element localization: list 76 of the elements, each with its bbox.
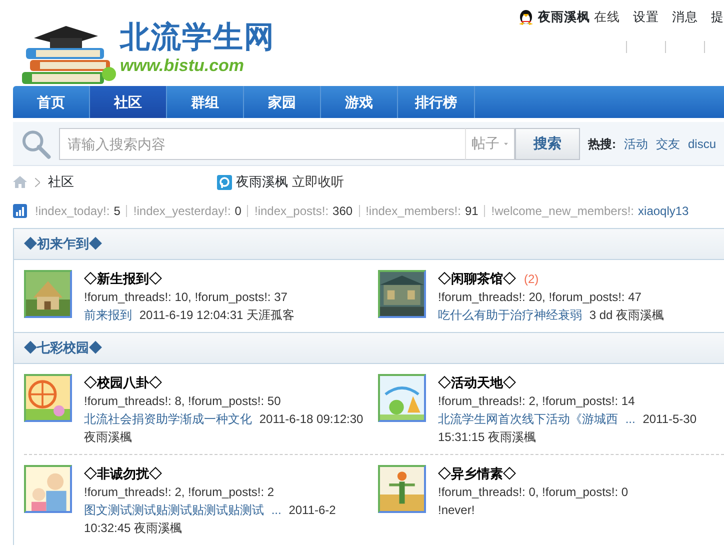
follow-icon bbox=[217, 174, 232, 190]
search-button[interactable]: 搜索 bbox=[514, 128, 580, 160]
post-time: dd bbox=[599, 308, 613, 322]
post-date: 3 bbox=[589, 308, 596, 322]
post-author: 天涯孤客 bbox=[246, 308, 295, 322]
hot-search-link[interactable]: 活动 bbox=[624, 134, 648, 152]
ellipsis-mark: ... bbox=[625, 412, 636, 426]
online-status: 在线 bbox=[594, 9, 620, 26]
forum-counts: !forum_threads!: 0, !forum_posts!: 0 bbox=[438, 484, 630, 501]
nav-tab[interactable]: 社区 bbox=[90, 86, 167, 118]
post-time: 10:32:45 bbox=[84, 521, 131, 535]
last-post-link[interactable]: 北流学生网首次线下活动《游城西 bbox=[438, 412, 618, 426]
penguin-icon bbox=[518, 8, 534, 25]
username-link[interactable]: 夜雨溪枫 bbox=[538, 8, 590, 27]
stat-value: 360 bbox=[332, 203, 353, 220]
header-link[interactable]: 提 bbox=[711, 8, 724, 27]
forum-name[interactable]: ◇新生报到◇ bbox=[84, 270, 162, 288]
chevron-icon bbox=[35, 178, 40, 186]
hot-search-label: 热搜: bbox=[588, 136, 616, 152]
post-date: 2011-6-18 bbox=[259, 412, 314, 426]
stat-label: !index_yesterday!: bbox=[133, 203, 231, 220]
nav-tab[interactable]: 家园 bbox=[244, 86, 321, 118]
forum-name[interactable]: ◇非诚勿扰◇ bbox=[84, 465, 162, 483]
forum-name[interactable]: ◇异乡情素◇ bbox=[438, 465, 516, 483]
section-header[interactable]: ◆七彩校园◆ bbox=[14, 332, 724, 364]
post-date: 2011-6-19 bbox=[139, 308, 194, 322]
search-field[interactable]: 请输入搜索内容 bbox=[58, 128, 465, 160]
post-author: 夜雨溪楓 bbox=[134, 521, 182, 535]
nav-tab[interactable]: 群组 bbox=[167, 86, 244, 118]
follow-name: 夜雨溪枫 bbox=[236, 173, 288, 192]
nav-tab[interactable]: 排行榜 bbox=[398, 86, 475, 118]
logo-url: www.bistu.com bbox=[120, 54, 246, 76]
stat-value: 91 bbox=[464, 203, 478, 220]
last-post-link[interactable]: 图文测试测试贴测试贴测试贴测试 bbox=[84, 503, 264, 517]
stat-value: 0 bbox=[234, 203, 242, 220]
nav-tab[interactable]: 游戏 bbox=[321, 86, 398, 118]
home-icon bbox=[13, 176, 27, 188]
forum-counts: !forum_threads!: 8, !forum_posts!: 50 bbox=[84, 393, 282, 410]
search-icon bbox=[21, 128, 51, 158]
stat-value: 5 bbox=[114, 203, 120, 220]
forum-counts: !forum_threads!: 2, !forum_posts!: 14 bbox=[438, 393, 636, 410]
header-link[interactable]: 消息 bbox=[672, 8, 698, 27]
post-time: 09:12:30 bbox=[316, 412, 364, 426]
post-author: 夜雨溪楓 bbox=[616, 308, 664, 322]
stat-label: !index_today!: bbox=[35, 203, 110, 220]
forum-name[interactable]: ◇校园八卦◇ bbox=[84, 374, 162, 392]
section-header[interactable]: ◆初来乍到◆ bbox=[14, 228, 724, 260]
logo-title: 北流学生网 bbox=[120, 22, 275, 52]
post-time: 15:31:15 bbox=[438, 430, 485, 444]
follow-link[interactable]: 立即收听 bbox=[292, 172, 344, 192]
last-post-link[interactable]: 北流社会捐资助学渐成一种文化 bbox=[84, 412, 252, 426]
caret-icon bbox=[504, 142, 508, 146]
ellipsis-mark: ... bbox=[271, 503, 282, 517]
breadcrumb-current: 社区 bbox=[48, 173, 74, 192]
last-post-link[interactable]: 吃什么有助于治疗神经衰弱 bbox=[438, 308, 582, 322]
forum-counts: !forum_threads!: 10, !forum_posts!: 37 bbox=[84, 289, 288, 306]
post-date: 2011-6-2 bbox=[288, 503, 336, 517]
member-link[interactable]: xiaoqly13 bbox=[638, 202, 689, 220]
stats-icon bbox=[13, 204, 27, 218]
post-date: 2011-5-30 bbox=[642, 412, 697, 426]
post-author: 夜雨溪楓 bbox=[84, 430, 132, 444]
stat-label: !index_posts!: bbox=[254, 203, 329, 220]
forum-name[interactable]: ◇闲聊茶馆◇ bbox=[438, 270, 516, 288]
last-post-link[interactable]: 前来报到 bbox=[84, 308, 132, 322]
hot-search-link[interactable]: discu bbox=[688, 134, 716, 152]
forum-counts: !forum_threads!: 2, !forum_posts!: 2 bbox=[84, 484, 276, 501]
never-posted: !never! bbox=[438, 502, 476, 519]
header-link[interactable]: 设置 bbox=[633, 8, 659, 27]
hot-search-link[interactable]: 交友 bbox=[656, 134, 680, 152]
today-count: (2) bbox=[524, 271, 539, 288]
post-time: 12:04:31 bbox=[196, 308, 244, 322]
stat-label: !welcome_new_members!: bbox=[491, 203, 634, 220]
forum-name[interactable]: ◇活动天地◇ bbox=[438, 374, 516, 392]
stat-label: !index_members!: bbox=[366, 203, 461, 220]
post-author: 夜雨溪楓 bbox=[488, 430, 536, 444]
forum-counts: !forum_threads!: 20, !forum_posts!: 47 bbox=[438, 289, 642, 306]
